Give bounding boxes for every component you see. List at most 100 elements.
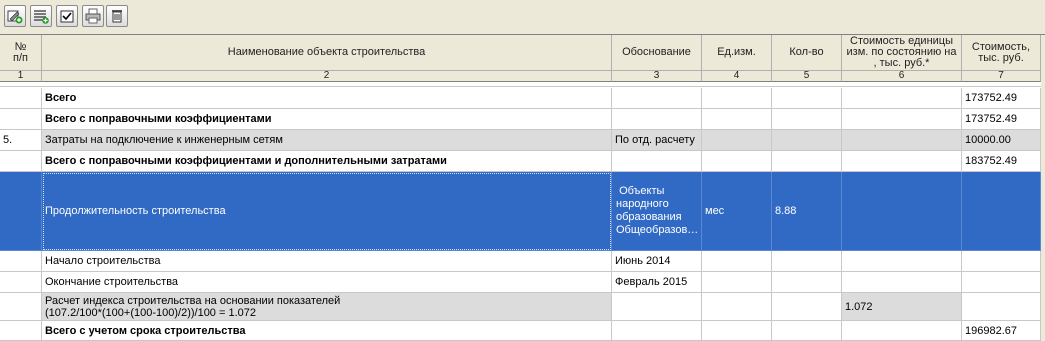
cell-qty[interactable] xyxy=(772,130,842,151)
partial-row xyxy=(0,82,1045,87)
col-number-3: 3 xyxy=(612,71,702,82)
cell-unit[interactable] xyxy=(702,130,772,151)
cell-id[interactable] xyxy=(0,172,42,251)
col-number-5: 5 xyxy=(772,71,842,82)
table-row[interactable]: Всего с поправочными коэффициентами 1737… xyxy=(0,109,1045,130)
cell-unit-cost[interactable] xyxy=(842,321,962,341)
table-row[interactable]: Начало строительства Июнь 2014 xyxy=(0,251,1045,272)
cell-cost[interactable] xyxy=(962,172,1041,251)
cell-id[interactable] xyxy=(0,272,42,293)
cell-name[interactable]: Окончание строительства xyxy=(42,272,612,293)
cell-qty[interactable] xyxy=(772,251,842,272)
delete-button[interactable] xyxy=(106,5,128,27)
check-button[interactable] xyxy=(56,5,78,27)
table-row[interactable]: Расчет индекса строительства на основани… xyxy=(0,293,1045,321)
cell-basis[interactable]: По отд. расчету xyxy=(612,130,702,151)
cell-basis[interactable] xyxy=(612,88,702,109)
cell-cost[interactable] xyxy=(962,251,1041,272)
cell-id[interactable] xyxy=(0,88,42,109)
cell-qty[interactable] xyxy=(772,321,842,341)
vertical-scrollbar[interactable] xyxy=(1041,35,1045,341)
cell-cost[interactable]: 173752.49 xyxy=(962,88,1041,109)
cell-cost[interactable] xyxy=(962,293,1041,321)
cell-id[interactable] xyxy=(0,109,42,130)
cell-qty[interactable] xyxy=(772,272,842,293)
col-number-2: 2 xyxy=(42,71,612,82)
cell-qty[interactable] xyxy=(772,109,842,130)
cell-name[interactable]: Затраты на подключение к инженерным сетя… xyxy=(42,130,612,151)
cell-basis[interactable]: Июнь 2014 xyxy=(612,251,702,272)
col-number-4: 4 xyxy=(702,71,772,82)
cell-qty[interactable] xyxy=(772,151,842,172)
cell-qty[interactable]: 8.88 xyxy=(772,172,842,251)
edit-add-icon xyxy=(7,10,23,24)
header-qty[interactable]: Кол-во xyxy=(772,35,842,71)
cell-unit-cost[interactable] xyxy=(842,172,962,251)
list-add-icon xyxy=(34,10,49,24)
table-row[interactable]: Окончание строительства Февраль 2015 xyxy=(0,272,1045,293)
header-unit-cost[interactable]: Стоимость единицы изм. по состоянию на ,… xyxy=(842,35,962,71)
cell-unit[interactable] xyxy=(702,272,772,293)
checkbox-icon xyxy=(60,10,74,23)
cell-basis[interactable]: Февраль 2015 xyxy=(612,272,702,293)
cell-cost[interactable]: 196982.67 xyxy=(962,321,1041,341)
cell-unit[interactable]: мес xyxy=(702,172,772,251)
header-name[interactable]: Наименование объекта строительства xyxy=(42,35,612,71)
cell-unit-cost[interactable] xyxy=(842,88,962,109)
header-number[interactable]: № п/п xyxy=(0,35,42,71)
table-row[interactable]: Всего 173752.49 xyxy=(0,88,1045,109)
header-unit[interactable]: Ед.изм. xyxy=(702,35,772,71)
print-button[interactable] xyxy=(82,5,104,27)
cell-basis[interactable] xyxy=(612,109,702,130)
cell-name[interactable]: Всего с учетом срока строительства xyxy=(42,321,612,341)
cell-id[interactable] xyxy=(0,151,42,172)
cell-unit-cost[interactable] xyxy=(842,151,962,172)
col-number-7: 7 xyxy=(962,71,1041,82)
cell-unit-cost[interactable] xyxy=(842,251,962,272)
cell-basis[interactable] xyxy=(612,151,702,172)
cell-cost[interactable]: 183752.49 xyxy=(962,151,1041,172)
table-row[interactable]: Всего с поправочными коэффициентами и до… xyxy=(0,151,1045,172)
toolbar xyxy=(0,0,1045,32)
print-icon xyxy=(85,8,101,24)
cell-id[interactable] xyxy=(0,251,42,272)
table-row-selected[interactable]: Продолжительность строительства Объекты … xyxy=(0,172,1045,251)
cell-unit[interactable] xyxy=(702,293,772,321)
table-row[interactable]: 5. Затраты на подключение к инженерным с… xyxy=(0,130,1045,151)
cell-id[interactable] xyxy=(0,321,42,341)
cell-name[interactable]: Всего xyxy=(42,88,612,109)
cell-basis[interactable] xyxy=(612,321,702,341)
cell-cost[interactable] xyxy=(962,272,1041,293)
cell-id[interactable]: 5. xyxy=(0,130,42,151)
cell-unit[interactable] xyxy=(702,251,772,272)
cell-basis[interactable] xyxy=(612,293,702,321)
cell-unit-cost[interactable] xyxy=(842,272,962,293)
trash-icon xyxy=(112,10,122,23)
cell-cost[interactable]: 10000.00 xyxy=(962,130,1041,151)
col-number-1: 1 xyxy=(0,71,42,82)
col-number-6: 6 xyxy=(842,71,962,82)
cell-basis[interactable]: Объекты народного образования Общеобразо… xyxy=(612,172,702,251)
cell-unit[interactable] xyxy=(702,109,772,130)
header-cost[interactable]: Стоимость, тыс. руб. xyxy=(962,35,1041,71)
cell-name[interactable]: Всего с поправочными коэффициентами xyxy=(42,109,612,130)
cell-name[interactable]: Всего с поправочными коэффициентами и до… xyxy=(42,151,612,172)
list-add-button[interactable] xyxy=(30,5,52,27)
cell-name[interactable]: Расчет индекса строительства на основани… xyxy=(42,293,612,321)
table-row[interactable]: Всего с учетом срока строительства 19698… xyxy=(0,321,1045,341)
estimate-table: № п/п Наименование объекта строительства… xyxy=(0,34,1045,341)
header-basis[interactable]: Обоснование xyxy=(612,35,702,71)
cell-unit[interactable] xyxy=(702,321,772,341)
cell-unit[interactable] xyxy=(702,88,772,109)
cell-unit-cost[interactable] xyxy=(842,130,962,151)
cell-qty[interactable] xyxy=(772,88,842,109)
cell-unit-cost[interactable]: 1.072 xyxy=(842,293,962,321)
edit-add-button[interactable] xyxy=(4,5,26,27)
cell-name[interactable]: Начало строительства xyxy=(42,251,612,272)
cell-name[interactable]: Продолжительность строительства xyxy=(42,172,612,251)
cell-id[interactable] xyxy=(0,293,42,321)
cell-cost[interactable]: 173752.49 xyxy=(962,109,1041,130)
cell-unit-cost[interactable] xyxy=(842,109,962,130)
cell-qty[interactable] xyxy=(772,293,842,321)
cell-unit[interactable] xyxy=(702,151,772,172)
